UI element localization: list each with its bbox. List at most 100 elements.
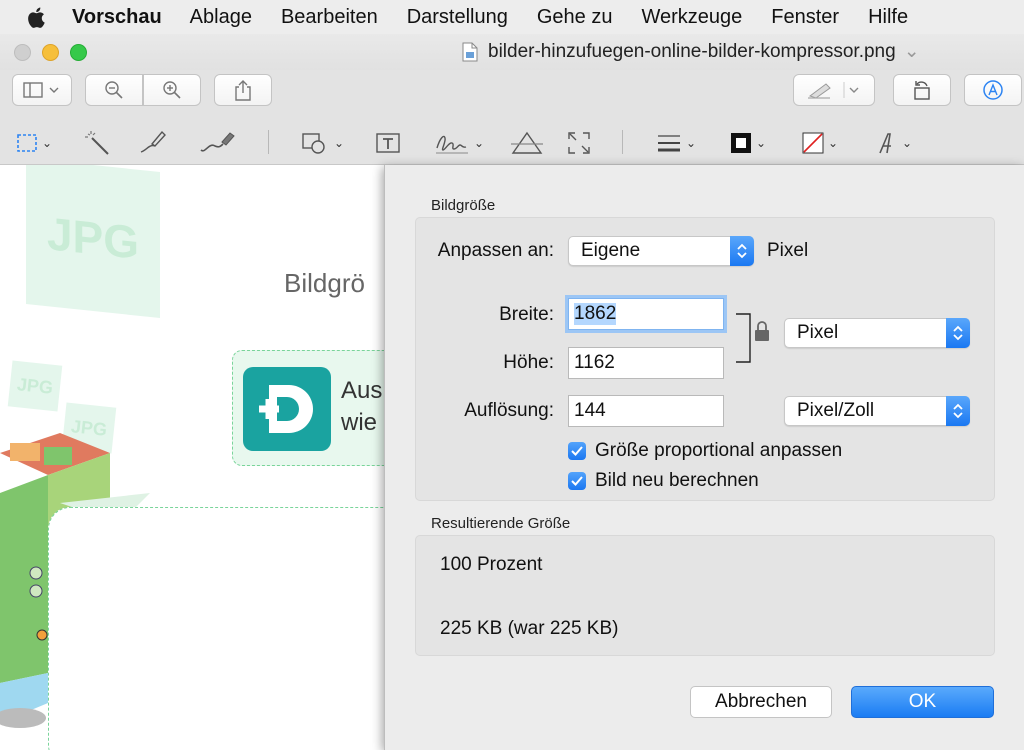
result-percent: 100 Prozent [440,554,543,575]
line-style-icon [658,135,680,152]
chevron-down-icon: ⌄ [42,136,53,150]
chevron-down-icon: ⌄ [828,136,839,150]
resample-image-label: Bild neu berechnen [595,470,759,491]
height-label: Höhe: [503,352,554,373]
ok-button[interactable]: OK [851,686,994,718]
apple-menu[interactable] [0,7,72,28]
signature-tool[interactable]: ⌄ [434,128,484,158]
rotate-button[interactable] [893,74,951,106]
image-size-dialog: Bildgröße Anpassen an: Eigene Pixel Brei… [384,165,1024,750]
jpg-label: JPG [46,207,140,269]
upload-drop-area [48,507,408,750]
text-style-tool[interactable]: ⌄ [876,128,912,158]
height-field[interactable]: 1162 [568,347,724,379]
up-down-arrows-icon [946,396,970,426]
zoom-in-button[interactable] [143,74,201,106]
highlighter-icon [808,82,859,99]
document-title[interactable]: bilder-hinzufuegen-online-bilder-kompres… [462,40,920,63]
chevron-down-icon: ⌄ [474,136,485,150]
window-titlebar: bilder-hinzufuegen-online-bilder-kompres… [0,34,1024,70]
border-color-icon [731,133,751,153]
resolution-value: 144 [574,400,606,421]
signature-icon [436,135,468,154]
resize-arrows-icon [568,132,590,154]
selection-tool[interactable]: ⌄ [16,128,52,158]
resulting-size-section-label: Resultierende Größe [431,515,571,532]
cancel-button[interactable]: Abbrechen [690,686,832,718]
close-window-button[interactable] [14,44,31,61]
jpg-label: JPG [16,373,55,398]
size-unit-popup[interactable]: Pixel [784,318,970,348]
fit-into-popup[interactable]: Eigene [568,236,754,266]
rotate-left-icon [914,81,930,100]
draw-tool[interactable] [198,128,236,158]
fit-label: Anpassen an: [437,240,554,261]
chevron-down-icon: ⌄ [756,136,767,150]
adjust-color-tool[interactable] [510,128,544,158]
zoom-out-icon [105,81,123,99]
fit-value: Eigene [581,240,641,261]
toolbar-separator [268,130,269,154]
share-button[interactable] [214,74,272,106]
up-down-arrows-icon [946,318,970,348]
lock-aspect-ratio-icon[interactable] [734,312,780,364]
document-icon [462,42,478,61]
size-unit-value: Pixel [797,322,839,343]
markup-icon [983,80,1003,100]
text-box-icon [376,133,400,153]
chevron-down-icon: ⌄ [334,136,345,150]
shapes-tool[interactable]: ⌄ [300,128,344,158]
resample-image-checkbox[interactable]: Bild neu berechnen [568,470,759,492]
menu-werkzeuge[interactable]: Werkzeuge [641,6,742,29]
text-tool[interactable] [374,128,402,158]
adjust-size-tool[interactable] [566,128,592,158]
sidebar-view-button[interactable] [12,74,72,106]
menu-hilfe[interactable]: Hilfe [868,6,908,29]
chevron-down-icon: ⌄ [903,41,920,62]
resolution-unit-popup[interactable]: Pixel/Zoll [784,396,970,426]
image-size-group: Anpassen an: Eigene Pixel Breite: 1862 H… [415,217,995,501]
sketch-tool[interactable] [138,128,168,158]
promo-text-line: wie [341,409,378,436]
fill-color-none-icon [802,132,824,154]
markup-toolbar-button[interactable] [964,74,1022,106]
menu-bar: Vorschau Ablage Bearbeiten Darstellung G… [0,0,1024,34]
jpg-file-illustration: JPG [7,360,63,412]
menu-darstellung[interactable]: Darstellung [407,6,508,29]
menu-gehe-zu[interactable]: Gehe zu [537,6,613,29]
prism-icon [511,131,543,154]
resolution-label: Auflösung: [464,400,554,421]
checkmark-icon [568,442,586,460]
background-heading: Bildgrö [284,268,365,298]
minimize-window-button[interactable] [42,44,59,61]
fill-color-tool[interactable]: ⌄ [802,128,838,158]
zoom-window-button[interactable] [70,44,87,61]
zoom-out-button[interactable] [85,74,143,106]
line-style-tool[interactable]: ⌄ [656,128,696,158]
draw-pen-icon [200,132,235,152]
apple-icon [28,7,45,28]
border-color-tool[interactable]: ⌄ [730,128,766,158]
chevron-down-icon: ⌄ [902,136,913,150]
height-value: 1162 [574,352,615,373]
width-field[interactable]: 1862 [568,298,724,330]
app-logo-icon [243,367,331,451]
magic-wand-icon [85,131,109,155]
menu-bearbeiten[interactable]: Bearbeiten [281,6,378,29]
menu-fenster[interactable]: Fenster [771,6,839,29]
highlight-button[interactable] [793,74,875,106]
instant-alpha-tool[interactable] [84,128,110,158]
text-style-icon [879,133,891,154]
menu-app-name[interactable]: Vorschau [72,6,162,29]
chevron-down-icon: ⌄ [686,136,697,150]
resolution-field[interactable]: 144 [568,395,724,427]
jpg-file-illustration: JPG [26,165,160,319]
sidebar-icon [23,82,59,98]
scale-proportionally-checkbox[interactable]: Größe proportional anpassen [568,440,842,462]
menu-ablage[interactable]: Ablage [190,6,252,29]
resolution-unit-value: Pixel/Zoll [797,400,875,421]
rectangle-selection-icon [17,134,37,152]
result-file-size: 225 KB (war 225 KB) [440,618,619,639]
window-title-text: bilder-hinzufuegen-online-bilder-kompres… [488,40,896,62]
scale-proportionally-label: Größe proportional anpassen [595,440,843,461]
